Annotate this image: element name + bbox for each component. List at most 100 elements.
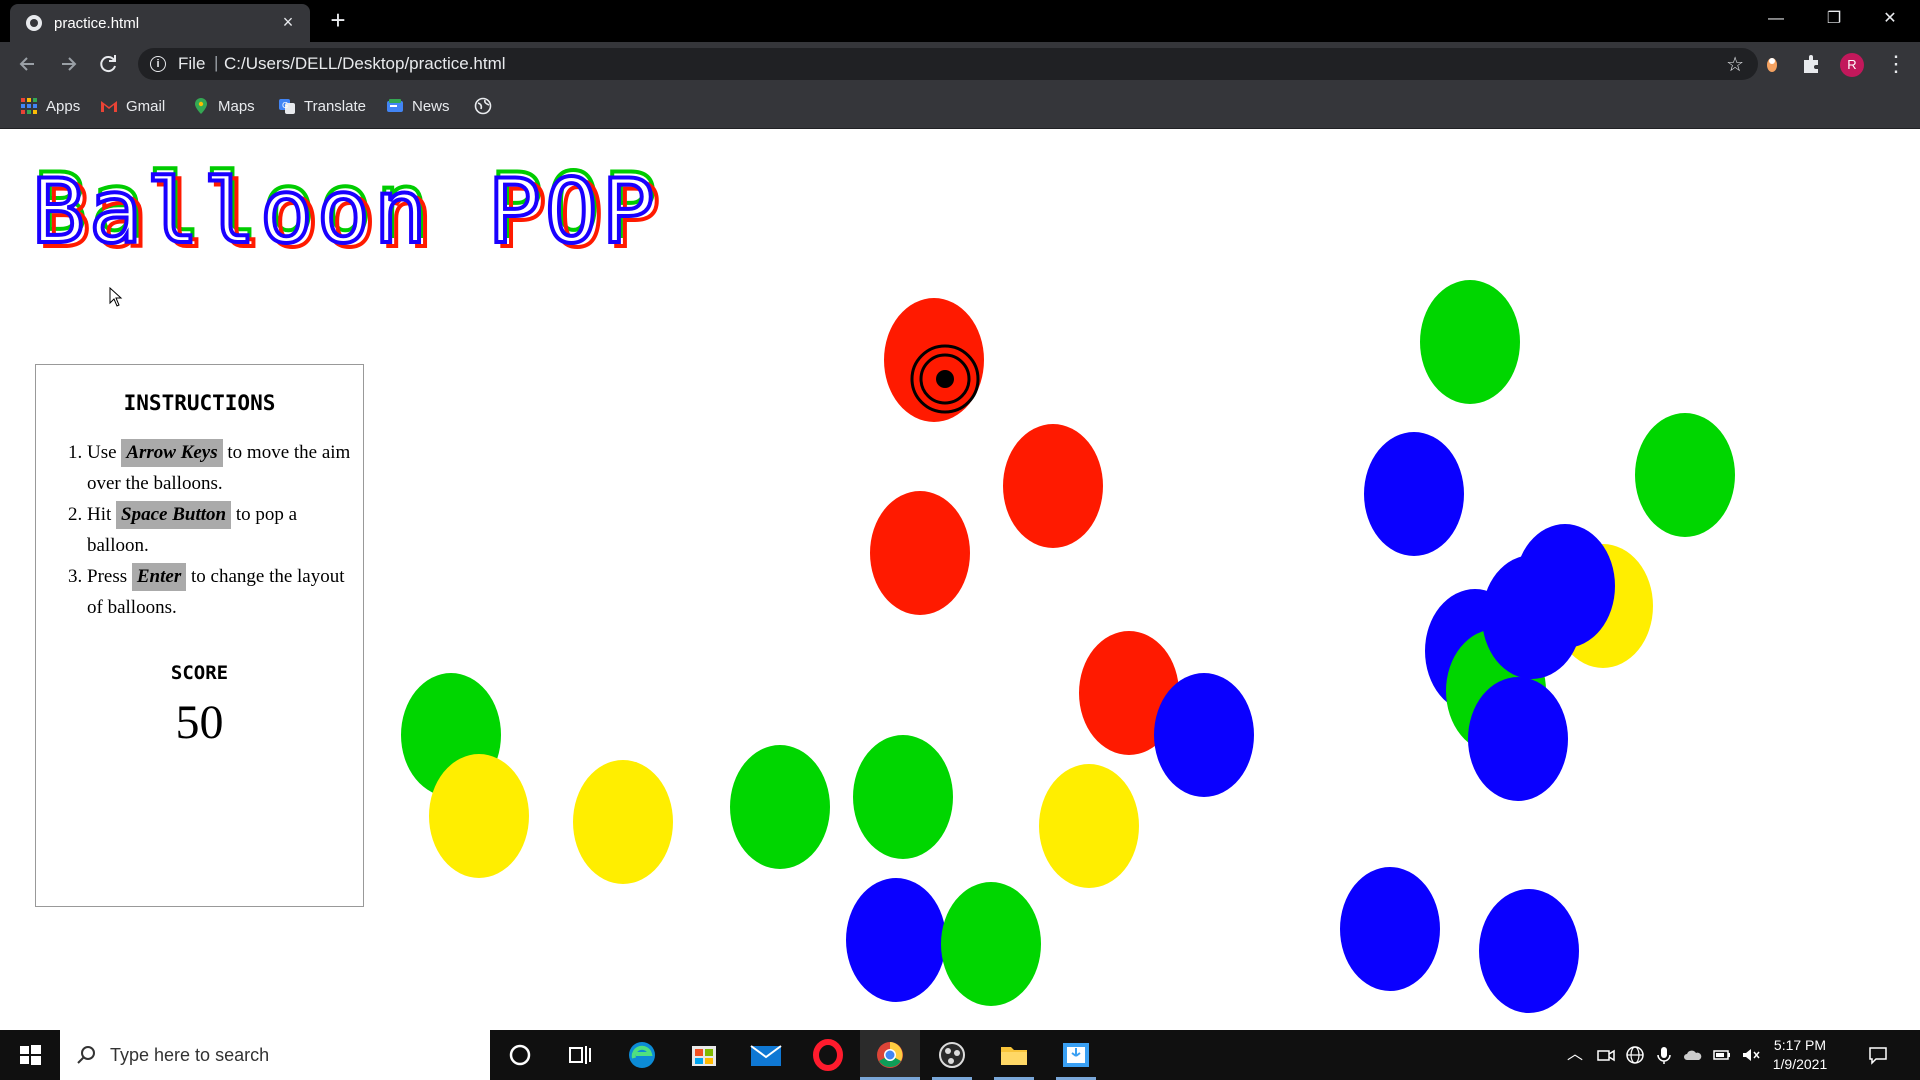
clock-date: 1/9/2021 — [1772, 1056, 1828, 1072]
balloon-blue[interactable] — [1515, 524, 1615, 648]
edge-icon[interactable] — [612, 1030, 672, 1080]
apps-grid-icon — [20, 97, 38, 115]
task-view-icon[interactable] — [550, 1030, 610, 1080]
tray-battery-icon[interactable] — [1712, 1045, 1732, 1065]
puzzle-extensions-icon[interactable] — [1800, 52, 1824, 76]
game-title: Balloon POP Balloon POP Balloon POP Ball… — [30, 152, 663, 269]
taskbar-search[interactable]: Type here to search — [60, 1030, 490, 1080]
score-value: 50 — [175, 696, 224, 749]
site-info-icon[interactable]: i — [150, 56, 166, 72]
balloon-blue[interactable] — [1468, 677, 1568, 801]
menu-dots-icon[interactable]: ⋮ — [1884, 50, 1908, 78]
instruction-text: Press — [87, 566, 132, 587]
browser-toolbar: i File | C:/Users/DELL/Desktop/practice.… — [0, 42, 1920, 86]
instructions-heading: INSTRUCTIONS — [123, 391, 276, 415]
bookmark-apps[interactable]: Apps — [20, 96, 80, 118]
start-button[interactable] — [0, 1030, 60, 1080]
new-tab-button[interactable]: + — [324, 6, 352, 34]
close-window-button[interactable]: ✕ — [1862, 0, 1918, 38]
bookmark-translate[interactable]: G Translate — [278, 96, 366, 118]
page-content: Balloon POP Balloon POP Balloon POP Ball… — [0, 129, 1920, 1029]
balloon-yellow[interactable] — [573, 760, 673, 884]
news-icon — [386, 97, 404, 115]
address-url[interactable]: C:/Users/DELL/Desktop/practice.html — [224, 54, 506, 74]
instructions-list: Use Arrow Keys to move the aim over the … — [36, 437, 363, 623]
app-icon[interactable] — [1046, 1030, 1106, 1080]
balloon-red[interactable] — [870, 491, 970, 615]
aim-crosshair — [910, 344, 980, 414]
bookmark-news[interactable]: News — [386, 96, 450, 118]
balloon-green[interactable] — [941, 882, 1041, 1006]
svg-text:G: G — [282, 101, 288, 110]
tray-chevron-up-icon[interactable]: ︿ — [1565, 1045, 1585, 1065]
browser-tab-strip: practice.html × + — ❐ ✕ — [0, 0, 1920, 42]
tab-title: practice.html — [54, 15, 140, 32]
balloon-blue[interactable] — [1340, 867, 1440, 991]
minimize-button[interactable]: — — [1748, 0, 1804, 38]
bookmark-label: News — [412, 98, 450, 115]
globe-icon — [474, 97, 492, 115]
balloon-blue[interactable] — [846, 878, 946, 1002]
screen: practice.html × + — ❐ ✕ i File | C:/User… — [0, 0, 1920, 1080]
reload-icon[interactable] — [94, 50, 122, 78]
bookmark-label: Translate — [304, 98, 366, 115]
restore-button[interactable]: ❐ — [1806, 0, 1862, 38]
opera-icon[interactable] — [798, 1030, 858, 1080]
tray-network-globe-icon[interactable] — [1625, 1045, 1645, 1065]
bookmark-label: Gmail — [126, 98, 166, 115]
balloon-blue[interactable] — [1154, 673, 1254, 797]
balloon-green[interactable] — [1420, 280, 1520, 404]
address-scheme: File — [178, 54, 206, 73]
instruction-item: Press Enter to change the layout of ball… — [87, 561, 357, 623]
tray-camera-icon[interactable] — [1596, 1045, 1616, 1065]
back-arrow-icon[interactable] — [14, 50, 42, 78]
mouse-cursor-icon — [109, 287, 123, 307]
forward-arrow-icon[interactable] — [54, 50, 82, 78]
cortana-icon[interactable] — [490, 1030, 550, 1080]
balloon-yellow[interactable] — [1039, 764, 1139, 888]
chrome-icon[interactable] — [860, 1030, 920, 1080]
close-tab-icon[interactable]: × — [278, 12, 298, 32]
balloon-green[interactable] — [1635, 413, 1735, 537]
bookmark-star-icon[interactable]: ☆ — [1726, 52, 1744, 77]
translate-icon: G — [278, 97, 296, 115]
bookmark-gmail[interactable]: Gmail — [100, 96, 165, 118]
instruction-item: Hit Space Button to pop a balloon. — [87, 499, 357, 561]
extension-icon[interactable] — [1760, 52, 1784, 76]
bookmarks-bar: Apps Gmail Maps G Translate News — [0, 86, 1920, 129]
instruction-text: Hit — [87, 504, 117, 525]
bookmark-globe[interactable] — [474, 96, 500, 118]
address-bar[interactable]: i File | C:/Users/DELL/Desktop/practice.… — [138, 48, 1758, 80]
profile-avatar[interactable]: R — [1840, 53, 1864, 77]
tray-onedrive-icon[interactable] — [1683, 1045, 1703, 1065]
clock-time: 5:17 PM — [1773, 1037, 1827, 1053]
instruction-text: Use — [87, 442, 122, 463]
balloon-blue[interactable] — [1364, 432, 1464, 556]
key-badge: Arrow Keys — [121, 439, 223, 467]
mail-icon[interactable] — [736, 1030, 796, 1080]
tray-microphone-icon[interactable] — [1654, 1045, 1674, 1065]
search-placeholder: Type here to search — [110, 1045, 270, 1065]
browser-tab[interactable]: practice.html × — [10, 4, 310, 42]
globe-icon — [26, 15, 42, 31]
balloon-yellow[interactable] — [429, 754, 529, 878]
address-separator: | — [214, 53, 219, 72]
balloon-green[interactable] — [853, 735, 953, 859]
balloon-blue[interactable] — [1479, 889, 1579, 1013]
windows-taskbar: Type here to search ︿ 5:17 PM 1/9/2021 — [0, 1030, 1920, 1080]
search-icon — [77, 1046, 95, 1064]
key-badge: Space Button — [116, 501, 232, 529]
windows-logo-icon — [20, 1045, 41, 1065]
bookmark-maps[interactable]: Maps — [192, 96, 255, 118]
balloon-green[interactable] — [730, 745, 830, 869]
instruction-item: Use Arrow Keys to move the aim over the … — [87, 437, 357, 499]
bookmark-label: Maps — [218, 98, 255, 115]
file-explorer-icon[interactable] — [984, 1030, 1044, 1080]
bookmark-label: Apps — [46, 98, 81, 115]
balloon-red[interactable] — [1003, 424, 1103, 548]
notifications-icon[interactable] — [1868, 1045, 1888, 1065]
obs-icon[interactable] — [922, 1030, 982, 1080]
tray-speaker-muted-icon[interactable] — [1741, 1045, 1761, 1065]
store-icon[interactable] — [674, 1030, 734, 1080]
taskbar-clock[interactable]: 5:17 PM 1/9/2021 — [1760, 1036, 1840, 1074]
